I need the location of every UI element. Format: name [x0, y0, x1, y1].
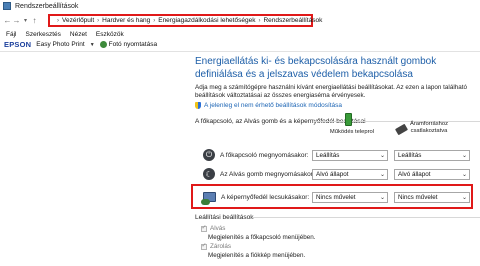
sleep-button-plugged-value: Alvó állapot — [398, 171, 431, 178]
lid-close-plugged-select[interactable]: Nincs művelet ⌄ — [394, 192, 470, 203]
laptop-lid-icon — [201, 192, 216, 205]
lid-close-plugged-value: Nincs művelet — [398, 194, 438, 201]
column-header-plugged-line2: csatlakoztatva — [410, 128, 448, 134]
menu-tools[interactable]: Eszközök — [96, 31, 124, 38]
sleep-option-subtitle: Megjelenítés a főkapcsoló menüjében. — [208, 234, 316, 241]
sleep-button-plugged-select[interactable]: Alvó állapot ⌄ — [394, 169, 470, 180]
chevron-down-icon: ⌄ — [461, 172, 467, 178]
forward-arrow-icon[interactable]: → — [12, 14, 21, 26]
sleep-button-icon: ☾ — [203, 168, 215, 180]
breadcrumb-item[interactable]: Hardver és hang — [102, 17, 150, 24]
menu-view[interactable]: Nézet — [70, 31, 87, 38]
power-button-icon: ⏻ — [203, 149, 215, 161]
sleep-option-title: Alvás — [210, 225, 226, 232]
recent-pages-chevron-icon[interactable]: ▾ — [21, 14, 30, 26]
change-unavailable-settings-label[interactable]: A jelenleg el nem érhető beállítások mód… — [204, 102, 342, 109]
address-bar[interactable]: › Vezérlőpult › Hardver és hang › Energi… — [48, 14, 322, 27]
battery-icon — [345, 113, 352, 126]
main-content: Energiaellátás ki- és bekapcsolására has… — [195, 56, 480, 109]
back-arrow-icon[interactable]: ← — [3, 14, 12, 26]
lock-checkbox[interactable]: ✓ — [201, 243, 207, 250]
change-unavailable-settings-link[interactable]: A jelenleg el nem érhető beállítások mód… — [195, 102, 480, 109]
chevron-down-icon: ⌄ — [461, 153, 467, 159]
power-button-label: A főkapcsoló megnyomásakor: — [220, 151, 309, 159]
power-button-plugged-value: Leállítás — [398, 152, 422, 159]
epson-logo: EPSON — [4, 40, 32, 49]
sleep-button-row: ☾ Az Alvás gomb megnyomásakor: — [203, 166, 315, 182]
photo-print-button[interactable]: Fotó nyomtatása — [109, 41, 157, 48]
uac-shield-icon — [195, 102, 201, 109]
page-title: Energiaellátás ki- és bekapcsolására has… — [195, 56, 437, 80]
breadcrumb-separator-icon[interactable]: › — [258, 18, 260, 24]
sleep-button-label: Az Alvás gomb megnyomásakor: — [220, 170, 315, 178]
chevron-down-icon: ⌄ — [379, 153, 385, 159]
chevron-down-icon: ⌄ — [379, 195, 385, 201]
shutdown-settings-label: Leállítási beállítások — [195, 214, 254, 221]
breadcrumb-separator-icon[interactable]: › — [153, 18, 155, 24]
photo-print-icon — [99, 41, 107, 48]
power-button-battery-value: Leállítás — [316, 152, 340, 159]
chevron-down-icon[interactable]: ▼ — [90, 42, 95, 48]
title-bar: Rendszerbeállítások — [0, 0, 480, 12]
lock-option-title: Zárolás — [210, 243, 231, 250]
lid-close-battery-value: Nincs művelet — [316, 194, 356, 201]
lid-close-row: A képernyőfedél lecsukásakor: — [201, 189, 310, 205]
column-header-plugged-line1: Áramforráshoz — [409, 121, 448, 127]
power-button-plugged-select[interactable]: Leállítás ⌄ — [394, 150, 470, 161]
sleep-button-battery-value: Alvó állapot — [316, 171, 349, 178]
easy-photo-print-button[interactable]: Easy Photo Print — [36, 41, 84, 48]
toolbar-divider — [0, 51, 480, 52]
section-divider — [314, 121, 480, 122]
page-description: Adja meg a számítógépre használni kívánt… — [195, 84, 467, 99]
power-button-battery-select[interactable]: Leállítás ⌄ — [312, 150, 388, 161]
column-header-battery: Működés teleprol — [329, 129, 375, 135]
breadcrumb-separator-icon: › — [57, 17, 59, 24]
sleep-option-row: ✓ Alvás — [201, 225, 225, 232]
menu-edit[interactable]: Szerkesztés — [25, 31, 60, 38]
lock-option-row: ✓ Zárolás — [201, 243, 231, 250]
breadcrumb-item[interactable]: Vezérlőpult — [62, 17, 94, 24]
chevron-down-icon: ⌄ — [461, 195, 467, 201]
menu-file[interactable]: Fájl — [6, 31, 16, 38]
breadcrumb-item[interactable]: Energiagazdálkodási lehetőségek — [158, 17, 255, 24]
menu-bar: Fájl Szerkesztés Nézet Eszközök — [0, 30, 480, 39]
sleep-button-battery-select[interactable]: Alvó állapot ⌄ — [312, 169, 388, 180]
lid-close-battery-select[interactable]: Nincs művelet ⌄ — [312, 192, 388, 203]
window-title: Rendszerbeállítások — [15, 2, 79, 10]
navigation-bar: ← → ▾ ↑ › Vezérlőpult › Hardver és hang … — [0, 13, 480, 27]
sleep-checkbox[interactable]: ✓ — [201, 225, 207, 232]
lock-option-subtitle: Megjelenítés a fiókkép menüjében. — [208, 252, 306, 259]
epson-toolbar: EPSON Easy Photo Print ▼ Fotó nyomtatása — [0, 39, 480, 50]
breadcrumb-item[interactable]: Rendszerbeállítások — [263, 17, 322, 24]
chevron-down-icon: ⌄ — [379, 172, 385, 178]
up-arrow-icon[interactable]: ↑ — [30, 14, 39, 26]
control-panel-app-icon — [3, 2, 11, 10]
shutdown-divider — [252, 217, 480, 218]
breadcrumb-separator-icon[interactable]: › — [97, 18, 99, 24]
power-button-row: ⏻ A főkapcsoló megnyomásakor: — [203, 147, 309, 163]
lid-close-label: A képernyőfedél lecsukásakor: — [221, 193, 310, 201]
